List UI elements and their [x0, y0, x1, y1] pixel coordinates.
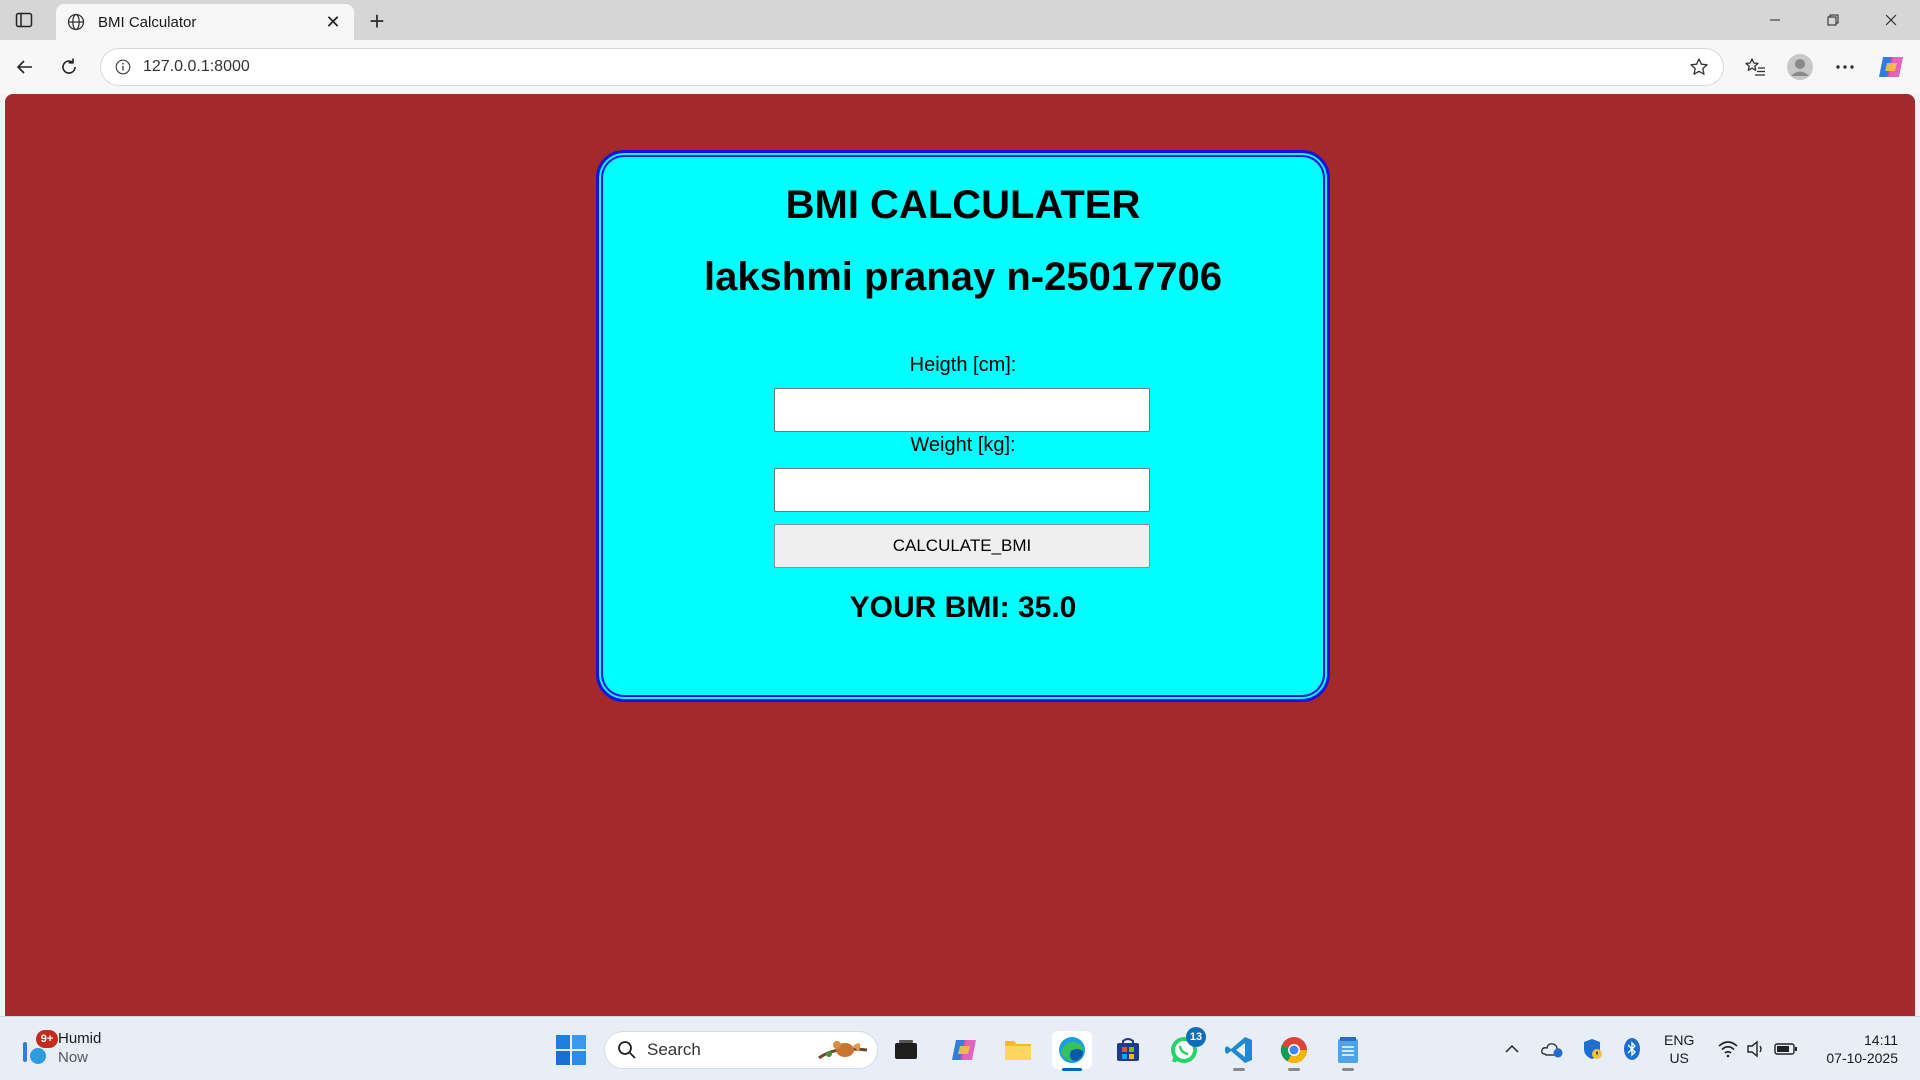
browser-toolbar: 127.0.0.1:8000	[0, 40, 1920, 94]
weight-input[interactable]	[774, 468, 1150, 512]
weather-icon: 9+	[20, 1030, 58, 1066]
search-placeholder: Search	[647, 1040, 701, 1059]
vscode-icon[interactable]	[1219, 1031, 1259, 1071]
onedrive-icon[interactable]	[1538, 1035, 1566, 1063]
favorite-star-icon[interactable]	[1687, 55, 1711, 79]
language-code: ENG	[1664, 1032, 1695, 1048]
input-language[interactable]: ENG US	[1664, 1031, 1694, 1067]
copilot-app-icon[interactable]	[944, 1031, 984, 1069]
task-view-icon[interactable]	[886, 1031, 926, 1069]
profile-avatar-icon[interactable]	[1785, 52, 1815, 82]
whatsapp-badge: 13	[1186, 1027, 1206, 1047]
clock-date: 07-10-2025	[1826, 1050, 1898, 1066]
globe-icon	[66, 12, 86, 32]
security-shield-icon[interactable]	[1578, 1035, 1606, 1063]
notepad-icon[interactable]	[1328, 1031, 1368, 1071]
language-region: US	[1669, 1050, 1689, 1066]
height-label: Heigth [cm]:	[909, 354, 1017, 376]
store-icon[interactable]	[1108, 1031, 1148, 1069]
bluetooth-icon[interactable]	[1618, 1035, 1646, 1063]
taskbar-search[interactable]: Search	[604, 1031, 878, 1069]
edge-icon[interactable]	[1052, 1031, 1092, 1071]
weather-subtitle: Now	[58, 1049, 89, 1066]
volume-icon[interactable]	[1742, 1035, 1770, 1063]
whatsapp-icon[interactable]: 13	[1164, 1027, 1206, 1069]
file-explorer-icon[interactable]	[998, 1031, 1038, 1069]
refresh-icon[interactable]	[54, 52, 84, 82]
search-highlight-art-icon	[815, 1036, 871, 1066]
wifi-icon[interactable]	[1714, 1035, 1742, 1063]
page-subtitle: lakshmi pranay n-25017706	[703, 255, 1223, 299]
weather-title: Humid	[58, 1030, 102, 1047]
favorites-list-icon[interactable]	[1740, 52, 1770, 82]
tab-actions-icon[interactable]	[12, 8, 36, 32]
minimize-icon[interactable]	[1746, 0, 1804, 40]
calculate-bmi-button[interactable]: CALCULATE_BMI	[774, 524, 1150, 568]
page-title: BMI CALCULATER	[785, 183, 1141, 227]
more-options-icon[interactable]	[1830, 52, 1860, 82]
height-input[interactable]	[774, 388, 1150, 432]
weight-label: Weight [kg]:	[910, 434, 1016, 456]
window-controls	[1746, 0, 1920, 40]
close-tab-icon[interactable]: ✕	[322, 11, 344, 33]
new-tab-icon[interactable]: +	[364, 6, 390, 36]
windows-taskbar: 9+ Humid Now Search 13 ENG US 14:11 07-1…	[0, 1016, 1920, 1080]
browser-titlebar: BMI Calculator ✕ +	[0, 0, 1920, 40]
weather-badge: 9+	[36, 1030, 58, 1048]
back-arrow-icon[interactable]	[10, 52, 40, 82]
bmi-result: YOUR BMI: 35.0	[849, 591, 1077, 624]
browser-tab[interactable]: BMI Calculator ✕	[56, 4, 354, 40]
windows-start-icon[interactable]	[554, 1033, 588, 1067]
tab-title: BMI Calculator	[98, 13, 197, 31]
address-text[interactable]: 127.0.0.1:8000	[143, 58, 1687, 76]
page-viewport: BMI CALCULATER lakshmi pranay n-25017706…	[5, 94, 1915, 1016]
close-window-icon[interactable]	[1862, 0, 1920, 40]
show-hidden-icons-chevron-icon[interactable]	[1498, 1035, 1526, 1063]
taskbar-clock[interactable]: 14:11 07-10-2025	[1812, 1031, 1898, 1067]
address-bar[interactable]: 127.0.0.1:8000	[100, 48, 1724, 86]
bmi-card: BMI CALCULATER lakshmi pranay n-25017706…	[596, 150, 1330, 702]
clock-time: 14:11	[1864, 1032, 1898, 1048]
weather-widget[interactable]: 9+ Humid Now	[20, 1029, 101, 1067]
site-info-icon[interactable]	[113, 57, 133, 77]
search-icon	[618, 1041, 636, 1059]
copilot-icon[interactable]	[1876, 52, 1906, 82]
restore-icon[interactable]	[1804, 0, 1862, 40]
chrome-icon[interactable]	[1274, 1031, 1314, 1071]
battery-icon[interactable]	[1772, 1035, 1800, 1063]
